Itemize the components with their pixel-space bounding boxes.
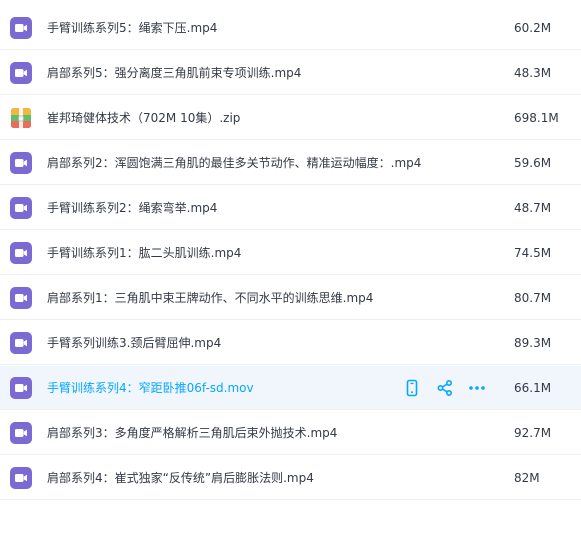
file-size: 59.6M (514, 156, 552, 170)
video-icon (10, 377, 32, 399)
file-row[interactable]: 肩部系列3：多角度严格解析三角肌后束外抛技术.mp4 92.7M (0, 411, 581, 455)
file-row[interactable]: 肩部系列5：强分离度三角肌前束专项训练.mp4 48.3M (0, 51, 581, 95)
zip-icon (10, 107, 32, 129)
file-size: 80.7M (514, 291, 552, 305)
file-name[interactable]: 肩部系列5：强分离度三角肌前束专项训练.mp4 (47, 51, 301, 95)
video-icon (10, 197, 32, 219)
file-name[interactable]: 手臂训练系列5：绳索下压.mp4 (47, 6, 217, 50)
file-size: 48.3M (514, 66, 552, 80)
video-icon (10, 332, 32, 354)
file-size: 66.1M (514, 381, 552, 395)
file-row[interactable]: 手臂训练系列4：窄距卧推06f-sd.mov 66.1M (0, 366, 581, 410)
file-name[interactable]: 肩部系列2：浑圆饱满三角肌的最佳多关节动作、精准运动幅度：.mp4 (47, 141, 421, 185)
file-row[interactable]: 肩部系列2：浑圆饱满三角肌的最佳多关节动作、精准运动幅度：.mp4 59.6M (0, 141, 581, 185)
file-name[interactable]: 崔邦琦健体技术（702M 10集）.zip (47, 96, 240, 140)
file-name[interactable]: 手臂训练系列2：绳索弯举.mp4 (47, 186, 217, 230)
video-icon (10, 152, 32, 174)
file-size: 82M (514, 471, 540, 485)
video-icon (10, 287, 32, 309)
file-size: 74.5M (514, 246, 552, 260)
file-size: 92.7M (514, 426, 552, 440)
file-row[interactable]: 手臂训练系列1：肱二头肌训练.mp4 74.5M (0, 231, 581, 275)
file-name[interactable]: 手臂训练系列1：肱二头肌训练.mp4 (47, 231, 241, 275)
file-name[interactable]: 肩部系列4：崔式独家“反传统”肩后膨胀法则.mp4 (47, 456, 314, 500)
file-size: 60.2M (514, 21, 552, 35)
file-name[interactable]: 肩部系列3：多角度严格解析三角肌后束外抛技术.mp4 (47, 411, 337, 455)
phone-icon[interactable] (403, 379, 421, 397)
file-size: 89.3M (514, 336, 552, 350)
file-name[interactable]: 手臂训练系列4：窄距卧推06f-sd.mov (47, 366, 254, 410)
video-icon (10, 242, 32, 264)
file-row[interactable]: 手臂训练系列5：绳索下压.mp4 60.2M (0, 6, 581, 50)
file-size: 698.1M (514, 111, 559, 125)
file-row[interactable]: 崔邦琦健体技术（702M 10集）.zip 698.1M (0, 96, 581, 140)
video-icon (10, 62, 32, 84)
video-icon (10, 467, 32, 489)
more-icon[interactable] (468, 379, 486, 397)
video-icon (10, 422, 32, 444)
file-row[interactable]: 手臂训练系列2：绳索弯举.mp4 48.7M (0, 186, 581, 230)
file-row[interactable]: 手臂系列训练3.颈后臂屈伸.mp4 89.3M (0, 321, 581, 365)
share-icon[interactable] (436, 379, 454, 397)
file-size: 48.7M (514, 201, 552, 215)
video-icon (10, 17, 32, 39)
file-name[interactable]: 肩部系列1：三角肌中束王牌动作、不同水平的训练思维.mp4 (47, 276, 373, 320)
file-row[interactable]: 肩部系列1：三角肌中束王牌动作、不同水平的训练思维.mp4 80.7M (0, 276, 581, 320)
file-row[interactable]: 肩部系列4：崔式独家“反传统”肩后膨胀法则.mp4 82M (0, 456, 581, 500)
file-name[interactable]: 手臂系列训练3.颈后臂屈伸.mp4 (47, 321, 221, 365)
